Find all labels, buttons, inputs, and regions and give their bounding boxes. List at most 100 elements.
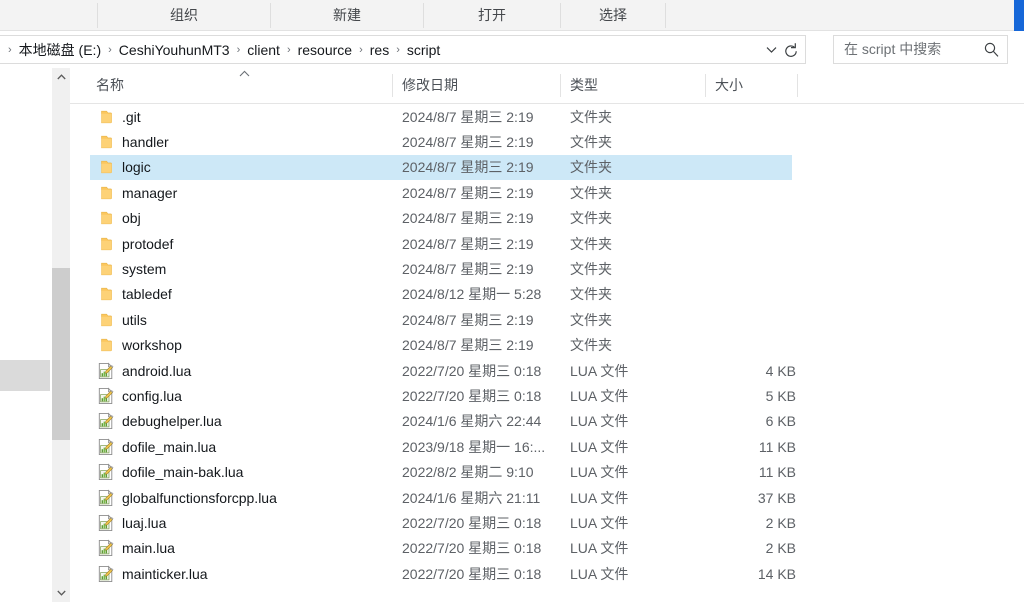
table-row[interactable]: luaj.lua 2022/7/20 星期三 0:18 LUA 文件 2 KB xyxy=(70,510,1024,535)
table-row[interactable]: dofile_main.lua 2023/9/18 星期一 16:... LUA 文… xyxy=(70,434,1024,459)
file-size-cell: 37 KB xyxy=(757,489,796,506)
column-header-type-label: 类型 xyxy=(570,77,598,93)
command-select[interactable]: 选择 xyxy=(561,0,665,30)
file-name-cell: utils xyxy=(122,311,147,328)
table-row[interactable]: logic 2024/8/7 星期三 2:19 文件夹 xyxy=(70,154,1024,181)
command-open-label: 打开 xyxy=(478,7,506,23)
search-input[interactable]: 在 script 中搜索 xyxy=(833,35,1008,64)
file-name-cell: tabledef xyxy=(122,286,172,303)
command-new[interactable]: 新建 xyxy=(271,0,423,30)
column-header-name[interactable]: 名称 xyxy=(96,68,392,103)
breadcrumb-item-client[interactable]: client xyxy=(244,40,283,60)
breadcrumb: › 本地磁盘 (E:) › CeshiYouhunMT3 › client › … xyxy=(0,36,443,63)
table-row[interactable]: dofile_main-bak.lua 2022/8/2 星期二 9:10 LUA … xyxy=(70,459,1024,484)
file-type-cell: 文件夹 xyxy=(570,311,612,328)
column-divider-4[interactable] xyxy=(797,74,798,97)
file-type-cell: LUA 文件 xyxy=(570,464,629,481)
breadcrumb-chevron-2[interactable]: › xyxy=(233,44,245,56)
column-divider-3[interactable] xyxy=(705,74,706,97)
lua-file-icon xyxy=(96,488,116,508)
column-divider-1[interactable] xyxy=(392,74,393,97)
file-name-cell: system xyxy=(122,261,167,278)
breadcrumb-chevron-5[interactable]: › xyxy=(392,44,404,56)
file-size-cell: 2 KB xyxy=(765,540,796,557)
file-size-cell: 6 KB xyxy=(765,413,796,430)
folder-icon xyxy=(96,132,116,152)
search-icon[interactable] xyxy=(983,41,1000,58)
file-date-cell: 2024/8/7 星期三 2:19 xyxy=(402,311,534,328)
table-row[interactable]: workshop 2024/8/7 星期三 2:19 文件夹 xyxy=(70,333,1024,358)
folder-icon xyxy=(96,107,116,127)
file-name-cell: mainticker.lua xyxy=(122,565,208,582)
column-header-date-label: 修改日期 xyxy=(402,77,458,93)
file-date-cell: 2022/7/20 星期三 0:18 xyxy=(402,565,542,582)
address-bar[interactable]: › 本地磁盘 (E:) › CeshiYouhunMT3 › client › … xyxy=(0,35,806,64)
breadcrumb-chevron-1[interactable]: › xyxy=(104,44,116,56)
file-type-cell: 文件夹 xyxy=(570,210,612,227)
table-row[interactable]: debughelper.lua 2024/1/6 星期六 22:44 LUA 文件 6… xyxy=(70,409,1024,434)
table-row[interactable]: config.lua 2022/7/20 星期三 0:18 LUA 文件 5 KB xyxy=(70,383,1024,408)
file-name-cell: .git xyxy=(122,108,141,125)
breadcrumb-item-res[interactable]: res xyxy=(367,40,392,60)
file-size-cell: 11 KB xyxy=(758,438,796,455)
address-bar-row: › 本地磁盘 (E:) › CeshiYouhunMT3 › client › … xyxy=(0,31,1024,68)
file-date-cell: 2024/8/7 星期三 2:19 xyxy=(402,210,534,227)
scrollbar-thumb[interactable] xyxy=(52,268,70,440)
column-header-type[interactable]: 类型 xyxy=(570,68,705,103)
file-type-cell: LUA 文件 xyxy=(570,489,629,506)
file-type-cell: LUA 文件 xyxy=(570,387,629,404)
column-header-date[interactable]: 修改日期 xyxy=(402,68,560,103)
table-row[interactable]: system 2024/8/7 星期三 2:19 文件夹 xyxy=(70,256,1024,281)
file-type-cell: 文件夹 xyxy=(570,134,612,151)
file-name-cell: handler xyxy=(122,134,169,151)
table-row[interactable]: manager 2024/8/7 星期三 2:19 文件夹 xyxy=(70,180,1024,205)
column-divider-2[interactable] xyxy=(560,74,561,97)
table-row[interactable]: main.lua 2022/7/20 星期三 0:18 LUA 文件 2 KB xyxy=(70,536,1024,561)
chevron-down-icon[interactable] xyxy=(762,42,780,60)
breadcrumb-item-resource[interactable]: resource xyxy=(295,40,355,60)
breadcrumb-item-script[interactable]: script xyxy=(404,40,443,60)
table-row[interactable]: android.lua 2022/7/20 星期三 0:18 LUA 文件 4 KB xyxy=(70,358,1024,383)
breadcrumb-chevron-0: › xyxy=(8,43,12,56)
file-size-cell: 2 KB xyxy=(765,514,796,531)
file-name-cell: dofile_main.lua xyxy=(122,438,217,455)
breadcrumb-item-drive[interactable]: 本地磁盘 (E:) xyxy=(16,38,104,62)
file-name-cell: debughelper.lua xyxy=(122,413,222,430)
table-row[interactable]: .git 2024/8/7 星期三 2:19 文件夹 xyxy=(70,104,1024,129)
column-header-size-label: 大小 xyxy=(715,77,743,93)
vertical-scrollbar[interactable] xyxy=(52,68,70,602)
command-open[interactable]: 打开 xyxy=(424,0,560,30)
file-type-cell: LUA 文件 xyxy=(570,413,629,430)
table-row[interactable]: globalfunctionsforcpp.lua 2024/1/6 星期六 21… xyxy=(70,485,1024,510)
file-type-cell: 文件夹 xyxy=(570,286,612,303)
file-explorer-window: 组织 新建 打开 选择 › 本地磁盘 (E:) › CeshiYouhunMT3… xyxy=(0,0,1024,602)
breadcrumb-item-project[interactable]: CeshiYouhunMT3 xyxy=(116,40,233,60)
file-type-cell: 文件夹 xyxy=(570,184,612,201)
folder-icon xyxy=(96,157,116,177)
command-separator-5 xyxy=(665,3,666,28)
table-row[interactable]: handler 2024/8/7 星期三 2:19 文件夹 xyxy=(70,129,1024,154)
file-name-cell: android.lua xyxy=(122,362,192,379)
table-row[interactable]: tabledef 2024/8/12 星期一 5:28 文件夹 xyxy=(70,282,1024,307)
command-organize[interactable]: 组织 xyxy=(98,0,270,30)
command-bar: 组织 新建 打开 选择 xyxy=(0,0,1024,31)
refresh-icon[interactable] xyxy=(781,41,801,61)
table-row[interactable]: obj 2024/8/7 星期三 2:19 文件夹 xyxy=(70,206,1024,231)
column-header-size[interactable]: 大小 xyxy=(715,68,797,103)
file-type-cell: LUA 文件 xyxy=(570,540,629,557)
breadcrumb-chevron-4[interactable]: › xyxy=(355,44,367,56)
command-organize-label: 组织 xyxy=(170,7,198,23)
scroll-up-arrow-icon[interactable] xyxy=(52,68,70,86)
file-date-cell: 2024/8/7 星期三 2:19 xyxy=(402,134,534,151)
table-row[interactable]: protodef 2024/8/7 星期三 2:19 文件夹 xyxy=(70,231,1024,256)
lua-file-icon xyxy=(96,437,116,457)
file-type-cell: LUA 文件 xyxy=(570,438,629,455)
table-row[interactable]: mainticker.lua 2022/7/20 星期三 0:18 LUA 文件 14… xyxy=(70,561,1024,586)
scroll-down-arrow-icon[interactable] xyxy=(52,584,70,602)
file-type-cell: 文件夹 xyxy=(570,108,612,125)
table-row[interactable]: utils 2024/8/7 星期三 2:19 文件夹 xyxy=(70,307,1024,332)
file-type-cell: 文件夹 xyxy=(570,235,612,252)
lua-file-icon xyxy=(96,386,116,406)
folder-icon xyxy=(96,259,116,279)
breadcrumb-chevron-3[interactable]: › xyxy=(283,44,295,56)
